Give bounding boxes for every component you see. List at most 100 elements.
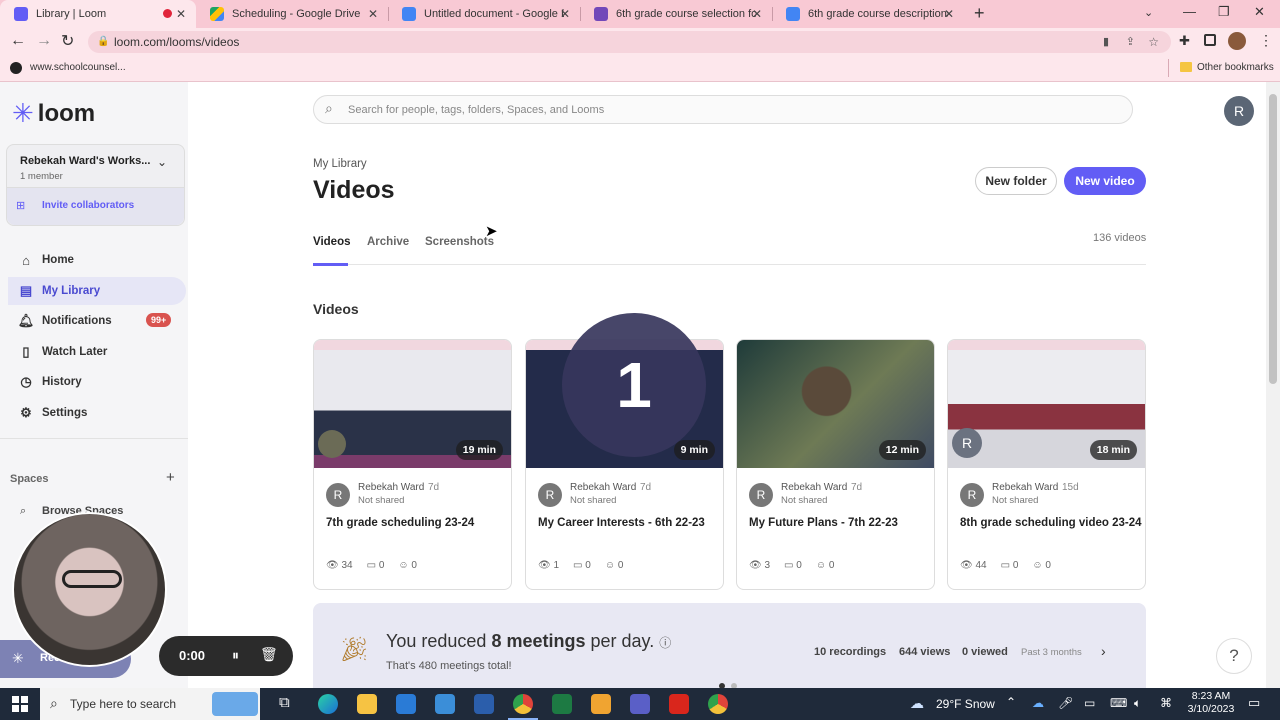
excel-icon[interactable] [552, 694, 572, 714]
sidebar-item-history[interactable]: ◷ History [8, 368, 186, 396]
network-icon[interactable]: ⌨ [1110, 696, 1127, 710]
new-folder-button[interactable]: New folder [975, 167, 1057, 195]
other-bookmarks[interactable]: Other bookmarks [1197, 62, 1274, 73]
info-icon[interactable]: ⓘ [659, 636, 671, 650]
close-tab-icon[interactable]: ✕ [752, 7, 762, 21]
forward-icon[interactable]: → [36, 32, 52, 50]
file-explorer-icon[interactable] [357, 694, 377, 714]
share-icon[interactable]: ⇪ [1126, 31, 1135, 53]
video-title[interactable]: My Career Interests - 6th 22-23 [538, 517, 705, 529]
mouse-cursor-icon: ➤ [485, 223, 498, 240]
back-icon[interactable]: ← [10, 32, 26, 50]
weather-text[interactable]: 29°F Snow [936, 697, 995, 711]
menu-kebab-icon[interactable]: ⋮ [1259, 32, 1273, 49]
bookmark-schoolcounsel[interactable]: www.schoolcounsel... [30, 62, 126, 73]
tab-archive[interactable]: Archive [367, 236, 409, 248]
close-window-button[interactable]: ✕ [1254, 4, 1265, 20]
chrome-icon[interactable] [708, 694, 728, 714]
clock[interactable]: 8:23 AM 3/10/2023 [1186, 690, 1236, 716]
loom-favicon-icon [14, 7, 28, 21]
notification-center-icon[interactable]: ▭ [1248, 695, 1260, 711]
sidebar-item-home[interactable]: ⌂ Home [8, 246, 186, 274]
search-icon: ⌕ [50, 695, 58, 711]
close-tab-icon[interactable]: ✕ [560, 7, 570, 21]
breadcrumb[interactable]: My Library [313, 158, 367, 170]
invite-collaborators[interactable]: ⊞ Invite collaborators [7, 187, 184, 225]
minimize-button[interactable]: — [1183, 4, 1196, 19]
scrollbar[interactable] [1266, 82, 1280, 688]
close-tab-icon[interactable]: ✕ [944, 7, 954, 21]
windows-start-icon[interactable] [12, 696, 28, 712]
author-name[interactable]: Rebekah Ward [992, 482, 1058, 493]
star-icon[interactable]: ☆ [1148, 31, 1159, 53]
video-title[interactable]: 7th grade scheduling 23-24 [326, 517, 474, 529]
chrome-icon[interactable] [513, 694, 533, 714]
side-panel-icon[interactable] [1204, 34, 1216, 46]
delete-icon[interactable]: 🗑︎ [260, 646, 278, 663]
insight-subtext: That's 480 meetings total! [386, 660, 512, 672]
camera-icon[interactable]: ▮ [1103, 31, 1109, 53]
vlc-icon[interactable] [591, 694, 611, 714]
sidebar-item-my-library[interactable]: ▤ My Library [8, 277, 186, 305]
loom-logo[interactable]: ✳ loom [12, 98, 95, 129]
sidebar-item-settings[interactable]: ⚙ Settings [8, 399, 186, 427]
sharing-status[interactable]: Not shared [992, 495, 1038, 506]
video-title[interactable]: My Future Plans - 7th 22-23 [749, 517, 898, 529]
tab-library-loom[interactable]: Library | Loom ✕ [0, 0, 196, 28]
address-bar[interactable]: 🔒 loom.com/looms/videos ▮ ⇪ ☆ [88, 31, 1171, 53]
edge-icon[interactable] [318, 694, 338, 714]
help-button[interactable]: ? [1216, 638, 1252, 674]
sharing-status[interactable]: Not shared [570, 495, 616, 506]
maximize-button[interactable]: ❐ [1218, 4, 1230, 20]
video-card[interactable]: 12 min R Rebekah Ward 7d Not shared My F… [736, 339, 935, 590]
volume-icon[interactable]: 🔈︎ [1134, 696, 1141, 711]
mail-icon[interactable] [396, 694, 416, 714]
pause-icon[interactable]: ⏸︎ [232, 647, 239, 664]
workspace-switcher[interactable]: Rebekah Ward's Works... 1 member ⌄ ⊞ Inv… [6, 144, 185, 226]
teams-icon[interactable] [630, 694, 650, 714]
author-name[interactable]: Rebekah Ward [781, 482, 847, 493]
video-card[interactable]: R 18 min R Rebekah Ward 15d Not shared 8… [947, 339, 1146, 590]
tray-chevron-icon[interactable]: ⌃ [1006, 695, 1016, 709]
acrobat-icon[interactable] [669, 694, 689, 714]
tab-videos[interactable]: Videos [313, 236, 351, 248]
video-card[interactable]: 19 min R Rebekah Ward 7d Not shared 7th … [313, 339, 512, 590]
reload-icon[interactable]: ↻ [61, 31, 74, 51]
microphone-icon[interactable]: 🎤︎ [1058, 696, 1073, 710]
sidebar-item-watch-later[interactable]: ▯ Watch Later [8, 338, 186, 366]
tab-untitled-doc[interactable]: Untitled document - Google Docs ✕ [388, 0, 580, 28]
tab-screenshots[interactable]: Screenshots [425, 236, 494, 248]
onedrive-icon[interactable]: ☁ [1032, 696, 1044, 710]
sidebar-item-notifications[interactable]: 🔔︎ Notifications 99+ [8, 307, 186, 335]
glasses-shape [62, 570, 122, 588]
user-avatar[interactable]: R [1224, 96, 1254, 126]
word-icon[interactable] [474, 694, 494, 714]
tab-course-descriptions[interactable]: 6th grade course descriptions w ✕ [772, 0, 964, 28]
calculator-icon[interactable] [435, 694, 455, 714]
tab-search-icon[interactable]: ⌄ [1144, 6, 1153, 19]
search-input[interactable]: ⌕ Search for people, tags, folders, Spac… [313, 95, 1133, 124]
tab-course-selection-form[interactable]: 6th grade course selection form ✕ [580, 0, 772, 28]
webcam-bubble[interactable] [12, 512, 167, 667]
extensions-icon[interactable]: ✚ [1179, 33, 1190, 49]
new-tab-button[interactable]: + [974, 3, 985, 24]
chevron-right-icon[interactable]: › [1101, 643, 1106, 659]
display-icon[interactable]: ▭ [1084, 696, 1095, 710]
close-tab-icon[interactable]: ✕ [368, 7, 378, 21]
task-view-icon[interactable]: ⧉ [279, 694, 290, 711]
taskbar-search[interactable]: ⌕ Type here to search [40, 688, 260, 720]
close-tab-icon[interactable]: ✕ [176, 7, 186, 21]
add-space-button[interactable]: + [166, 469, 175, 486]
scrollbar-thumb[interactable] [1269, 94, 1277, 384]
language-icon[interactable]: ⌘ [1160, 696, 1172, 710]
avatar: R [538, 483, 562, 507]
author-name[interactable]: Rebekah Ward [570, 482, 636, 493]
profile-avatar[interactable] [1228, 32, 1246, 50]
author-name[interactable]: Rebekah Ward [358, 482, 424, 493]
tab-scheduling-drive[interactable]: Scheduling - Google Drive ✕ [196, 0, 388, 28]
insight-banner[interactable]: 🎉︎ You reduced 8 meetings per day. ⓘ Tha… [313, 603, 1146, 689]
video-title[interactable]: 8th grade scheduling video 23-24 [960, 517, 1142, 529]
sharing-status[interactable]: Not shared [358, 495, 404, 506]
sharing-status[interactable]: Not shared [781, 495, 827, 506]
new-video-button[interactable]: New video [1064, 167, 1146, 195]
